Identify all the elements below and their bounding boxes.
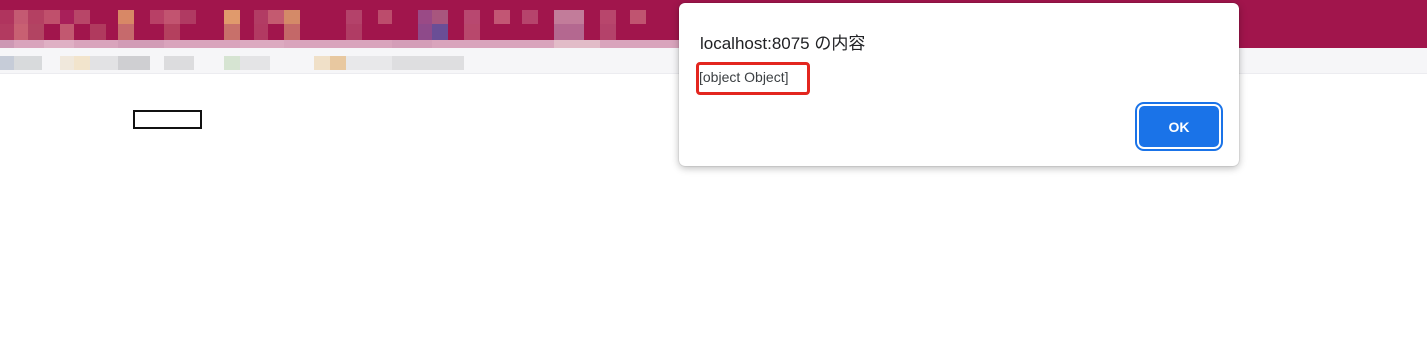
alert-dialog: localhost:8075 の内容 [object Object] OK — [679, 3, 1239, 166]
page-text-input[interactable] — [133, 110, 202, 129]
alert-title: localhost:8075 の内容 — [700, 34, 866, 53]
alert-message: [object Object] — [699, 69, 789, 85]
ok-button[interactable]: OK — [1139, 106, 1219, 147]
browser-window: localhost:8075 の内容 [object Object] OK — [0, 0, 1427, 352]
